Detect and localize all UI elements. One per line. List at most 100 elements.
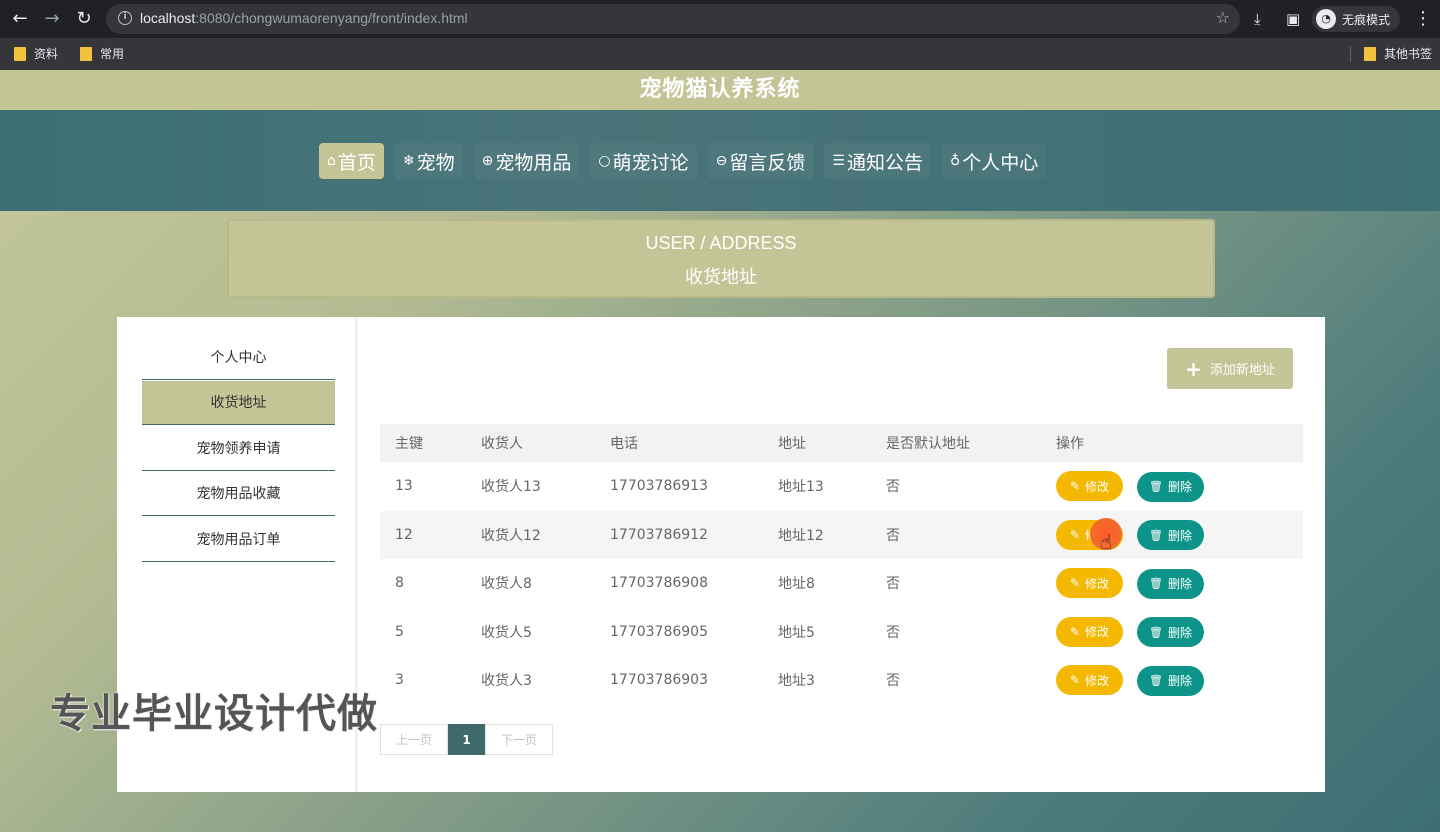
download-icon[interactable]: ⤓ xyxy=(1254,8,1261,30)
cell-address: 地址3 xyxy=(778,673,815,690)
nav-icon: ❄ xyxy=(402,153,415,169)
nav-item-1[interactable]: ❄ 宠物 xyxy=(394,143,463,179)
cell-phone: 17703786908 xyxy=(610,575,708,592)
cell-default: 否 xyxy=(871,510,1041,559)
nav-label: 个人中心 xyxy=(962,151,1039,174)
bookmark-separator xyxy=(1350,46,1351,62)
address-table: 主键 收货人 电话 地址 是否默认地址 操作 13 收货人13 17703786913 地址13… xyxy=(380,424,1303,705)
nav-icon: ⊕ xyxy=(481,153,494,169)
add-address-label: 添加新地址 xyxy=(1209,363,1275,378)
table-header: 主键 收货人 电话 地址 是否默认地址 操作 xyxy=(380,424,1303,462)
nav-item-6[interactable]: ♁ 个人中心 xyxy=(941,143,1047,179)
edit-button[interactable]: ✎ 修改 xyxy=(1056,616,1123,647)
reload-icon[interactable]: ↻ xyxy=(72,7,96,31)
table-row: 13 收货人13 17703786913 地址13 否 ✎ 修改 🗑 删除 xyxy=(380,462,1303,511)
sidebar-item-2[interactable]: 宠物领养申请 xyxy=(142,427,335,471)
cell-address: 地址5 xyxy=(778,624,815,641)
bookmark-star-icon[interactable]: ☆ xyxy=(1216,8,1230,27)
cell-id: 8 xyxy=(395,575,404,592)
side-panel-icon[interactable]: ▣ xyxy=(1286,8,1300,30)
edit-button[interactable]: ✎ 修改 xyxy=(1056,471,1123,501)
edit-label: 修改 xyxy=(1085,673,1110,688)
cell-default: 否 xyxy=(886,479,900,496)
forward-icon[interactable]: → xyxy=(40,7,64,31)
cell-address: 地址12 xyxy=(763,510,871,559)
other-bookmarks[interactable]: 其他书签 xyxy=(1364,45,1432,62)
cell-address: 地址13 xyxy=(778,479,824,496)
column-header: 操作 xyxy=(1041,424,1303,462)
address-bar[interactable]: i localhost:8080/chongwumaorenyang/front… xyxy=(106,4,1240,34)
edit-button[interactable]: ✎ 修改 xyxy=(1056,665,1123,695)
column-header: 主键 xyxy=(380,424,466,462)
incognito-icon: ◔ xyxy=(1316,9,1336,29)
incognito-badge[interactable]: ◔ 无痕模式 xyxy=(1312,6,1401,32)
trash-icon: 🗑 xyxy=(1149,625,1163,639)
site-title: 宠物猫认养系统 xyxy=(639,77,801,102)
cell-actions: ✎ 修改 🗑 删除 xyxy=(1041,608,1303,657)
add-address-button[interactable]: + 添加新地址 xyxy=(1167,348,1293,389)
trash-icon: 🗑 xyxy=(1149,480,1163,493)
nav-item-3[interactable]: ○ 萌宠讨论 xyxy=(590,143,697,179)
browser-menu-icon[interactable]: ⋮ xyxy=(1414,8,1432,29)
site-header: 宠物猫认养系统 xyxy=(0,70,1440,110)
next-page-button[interactable]: 下一页 xyxy=(485,724,553,755)
nav-item-0[interactable]: ⌂ 首页 xyxy=(319,143,384,179)
column-header: 收货人 xyxy=(466,424,595,462)
nav-item-5[interactable]: ☰ 通知公告 xyxy=(824,143,931,179)
nav-label: 宠物 xyxy=(416,151,455,174)
delete-label: 删除 xyxy=(1167,577,1192,591)
cell-default: 否 xyxy=(886,624,900,641)
delete-button[interactable]: 🗑 删除 xyxy=(1137,568,1204,599)
breadcrumb: USER / ADDRESS 收货地址 xyxy=(227,219,1215,298)
sidebar-item-4[interactable]: 宠物用品订单 xyxy=(142,518,335,562)
trash-icon: 🗑 xyxy=(1149,577,1163,590)
pencil-icon: ✎ xyxy=(1069,527,1081,542)
delete-label: 删除 xyxy=(1167,625,1192,640)
column-header: 地址 xyxy=(763,424,871,462)
delete-button[interactable]: 🗑 删除 xyxy=(1137,471,1204,502)
cell-phone: 17703786903 xyxy=(610,672,708,689)
table-row: 3 收货人3 17703786903 地址3 否 ✎ 修改 🗑 删除 xyxy=(380,656,1303,705)
trash-icon: 🗑 xyxy=(1149,674,1163,687)
hand-cursor-icon: ☝ xyxy=(1100,530,1113,554)
cell-phone: 17703786905 xyxy=(610,623,708,640)
sidebar-item-0[interactable]: 个人中心 xyxy=(142,336,335,380)
bookmark-folder[interactable]: 常用 xyxy=(80,45,124,62)
breadcrumb-en: USER / ADDRESS xyxy=(645,233,797,253)
nav-label: 宠物用品 xyxy=(495,151,572,174)
edit-button[interactable]: ✎ 修改 xyxy=(1056,568,1123,598)
column-header: 电话 xyxy=(595,424,763,462)
sidebar-item-1[interactable]: 收货地址 xyxy=(142,381,335,425)
cell-name: 收货人8 xyxy=(481,576,532,593)
cell-id: 12 xyxy=(380,510,466,559)
cell-actions: ✎ 修改 🗑 删除 xyxy=(1041,656,1303,705)
nav-icon: ⊖ xyxy=(715,153,728,169)
nav-item-2[interactable]: ⊕ 宠物用品 xyxy=(473,143,580,179)
table-row: 12收货人1217703786912地址12否✎修改🗑删除 xyxy=(380,510,1303,559)
prev-page-button[interactable]: 上一页 xyxy=(380,724,448,755)
edit-label: 修改 xyxy=(1085,576,1110,591)
cell-id: 3 xyxy=(395,672,404,689)
pagination: 上一页 1 下一页 xyxy=(380,724,553,755)
delete-button[interactable]: 🗑 删除 xyxy=(1137,617,1204,647)
cell-default: 否 xyxy=(886,673,900,690)
url-text: localhost:8080/chongwumaorenyang/front/i… xyxy=(140,10,468,26)
back-icon[interactable]: ← xyxy=(8,7,32,31)
folder-icon xyxy=(1364,46,1376,61)
sidebar-item-3[interactable]: 宠物用品收藏 xyxy=(142,472,335,516)
page-1-button[interactable]: 1 xyxy=(448,724,485,755)
nav-label: 留言反馈 xyxy=(729,151,806,174)
cell-name: 收货人5 xyxy=(481,624,532,641)
cell-phone: 17703786913 xyxy=(610,478,708,495)
delete-button[interactable]: 🗑 删除 xyxy=(1137,520,1204,550)
cell-default: 否 xyxy=(886,576,900,593)
nav-label: 首页 xyxy=(337,151,376,174)
cell-name: 收货人12 xyxy=(466,510,595,559)
bookmark-folder[interactable]: 资料 xyxy=(14,45,58,62)
site-info-icon[interactable]: i xyxy=(118,11,132,25)
delete-button[interactable]: 🗑 删除 xyxy=(1137,665,1204,696)
nav-icon: ○ xyxy=(598,153,611,169)
cell-actions: ✎ 修改 🗑 删除 xyxy=(1041,559,1303,608)
breadcrumb-zh: 收货地址 xyxy=(685,267,757,288)
nav-item-4[interactable]: ⊖ 留言反馈 xyxy=(707,143,814,179)
